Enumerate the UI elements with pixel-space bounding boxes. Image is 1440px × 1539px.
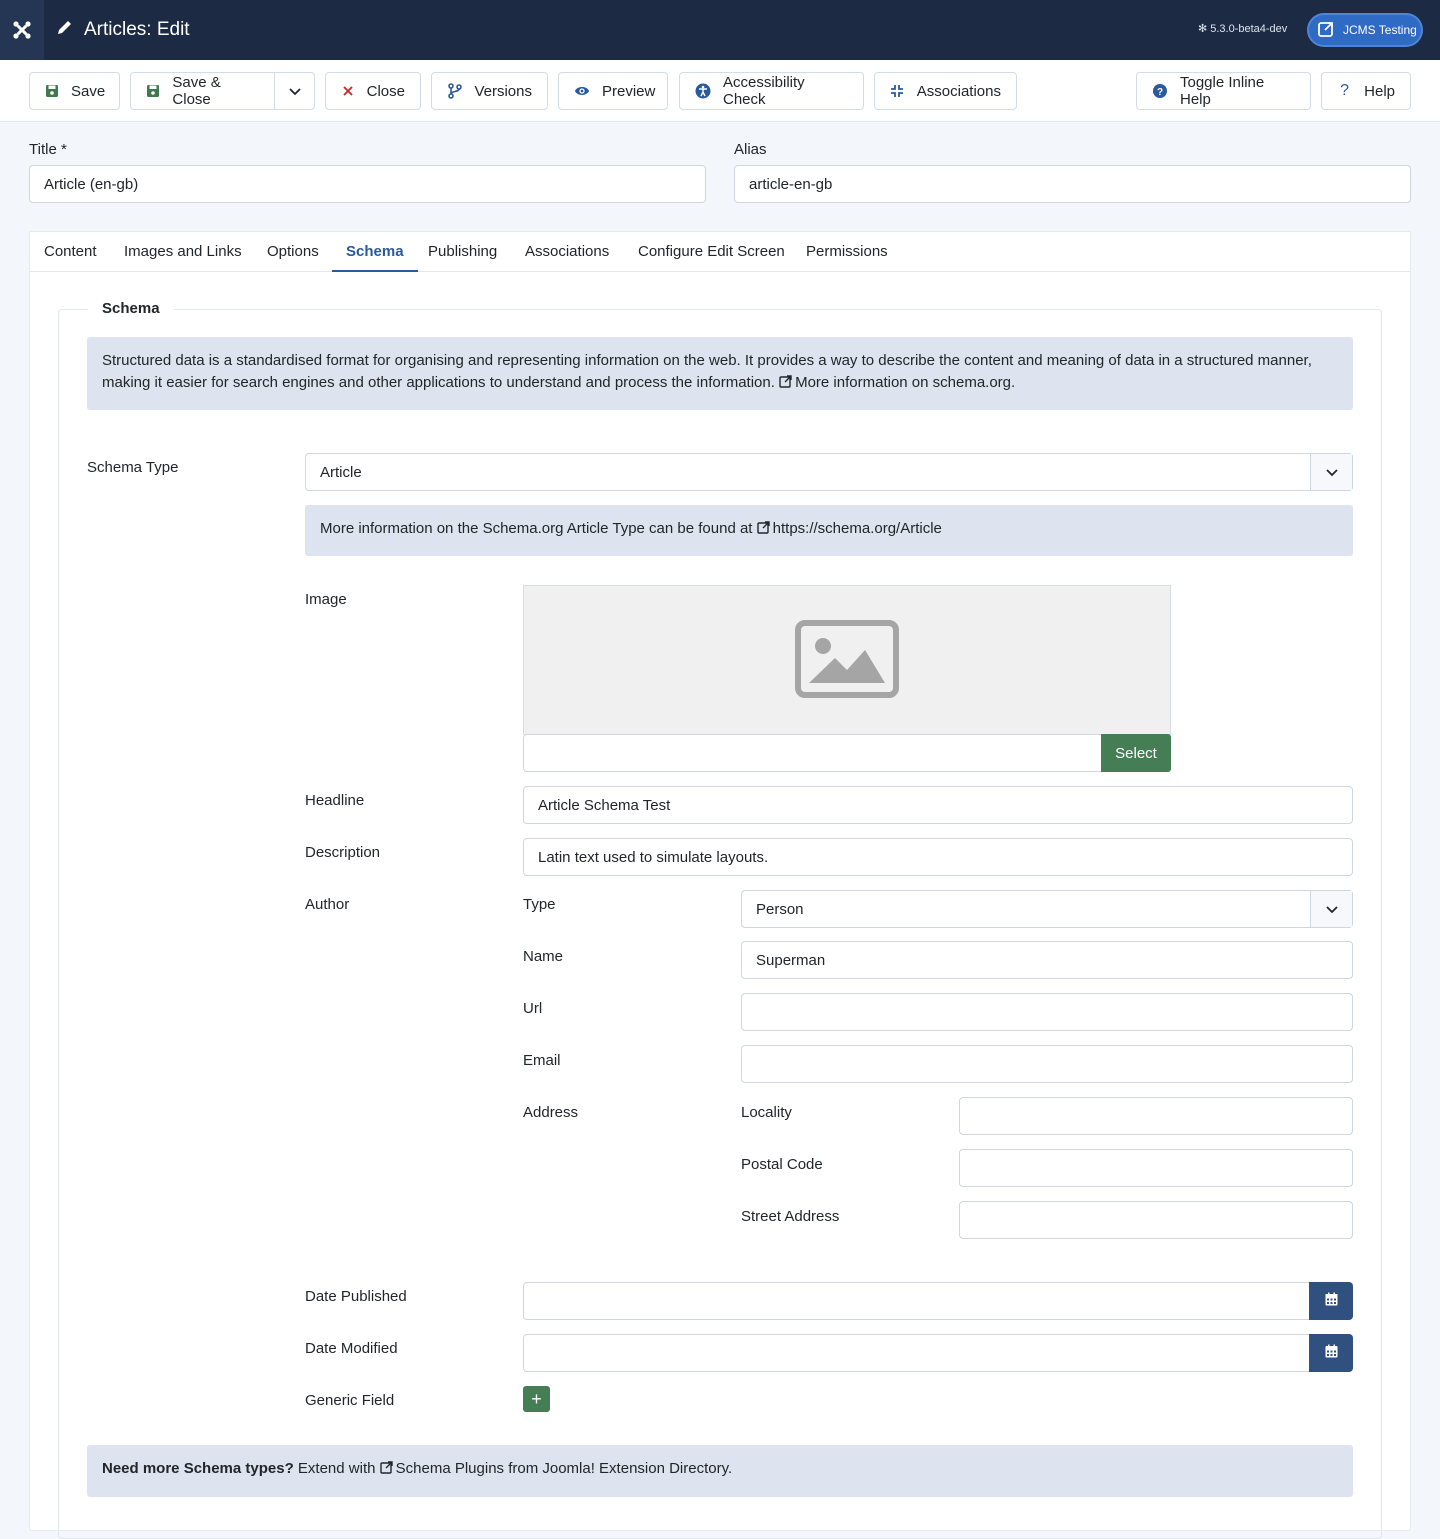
associations-button[interactable]: Associations bbox=[874, 72, 1017, 110]
external-link-icon bbox=[756, 519, 770, 534]
date-published-label: Date Published bbox=[305, 1288, 407, 1305]
author-name-label: Name bbox=[523, 948, 564, 965]
image-label: Image bbox=[305, 591, 347, 608]
schema-type-select[interactable]: Article bbox=[305, 453, 1353, 491]
street-address-label: Street Address bbox=[741, 1208, 840, 1225]
versions-button[interactable]: Versions bbox=[431, 72, 548, 110]
locality-label: Locality bbox=[741, 1104, 792, 1121]
code-branch-icon bbox=[447, 83, 462, 99]
chevron-down-icon bbox=[1310, 891, 1352, 927]
title-input[interactable]: Article (en-gb) bbox=[29, 165, 706, 203]
author-label: Author bbox=[305, 896, 350, 913]
author-email-label: Email bbox=[523, 1052, 561, 1069]
question-icon: ? bbox=[1340, 82, 1350, 99]
postal-code-label: Postal Code bbox=[741, 1156, 823, 1173]
alias-label: Alias bbox=[734, 141, 767, 158]
site-link-button[interactable]: JCMS Testing bbox=[1307, 13, 1423, 47]
author-url-input[interactable] bbox=[741, 993, 1353, 1031]
external-link-icon bbox=[779, 373, 792, 388]
schema-article-link[interactable]: https://schema.org/Article bbox=[756, 519, 942, 537]
image-path-input[interactable] bbox=[523, 734, 1102, 772]
preview-button[interactable]: Preview bbox=[558, 72, 668, 110]
page-title: Articles: Edit bbox=[56, 0, 190, 60]
save-icon bbox=[146, 83, 160, 99]
generic-field-label: Generic Field bbox=[305, 1392, 395, 1409]
image-preview bbox=[523, 585, 1171, 735]
image-placeholder-icon bbox=[795, 619, 899, 702]
headline-input[interactable]: Article Schema Test bbox=[523, 786, 1353, 824]
toolbar: Save Save & Close Close Versions Preview… bbox=[0, 60, 1440, 122]
chevron-down-icon[interactable] bbox=[274, 73, 314, 109]
schema-more-types-alert: Need more Schema types? Extend with Sche… bbox=[87, 1445, 1353, 1497]
save-close-button[interactable]: Save & Close bbox=[130, 72, 315, 110]
date-modified-label: Date Modified bbox=[305, 1340, 398, 1357]
locality-input[interactable] bbox=[959, 1097, 1353, 1135]
schema-type-info-text: More information on the Schema.org Artic… bbox=[320, 520, 753, 537]
page-title-text: Articles: Edit bbox=[84, 19, 190, 40]
external-link-icon bbox=[379, 1459, 393, 1474]
schema-legend: Schema bbox=[88, 300, 174, 317]
tab-permissions[interactable]: Permissions bbox=[792, 232, 902, 272]
header-bar: Articles: Edit ✻ 5.3.0-beta4-dev JCMS Te… bbox=[0, 0, 1440, 60]
title-label: Title * bbox=[29, 141, 67, 158]
question-circle-icon: ? bbox=[1152, 83, 1168, 99]
author-url-label: Url bbox=[523, 1000, 543, 1017]
date-modified-calendar-button[interactable] bbox=[1309, 1334, 1353, 1372]
tab-options[interactable]: Options bbox=[253, 232, 333, 272]
postal-code-input[interactable] bbox=[959, 1149, 1353, 1187]
tab-content[interactable]: Content bbox=[30, 232, 111, 272]
tab-schema[interactable]: Schema bbox=[332, 232, 418, 272]
image-select-button[interactable]: Select bbox=[1101, 734, 1171, 772]
save-icon bbox=[45, 83, 59, 99]
author-email-input[interactable] bbox=[741, 1045, 1353, 1083]
alias-input[interactable]: article-en-gb bbox=[734, 165, 1411, 203]
more-types-text: Extend with bbox=[297, 1460, 376, 1477]
external-link-icon bbox=[1317, 20, 1335, 41]
universal-access-icon bbox=[695, 83, 711, 99]
tab-bar: Content Images and Links Options Schema … bbox=[30, 232, 1410, 272]
joomla-small-icon: ✻ bbox=[1198, 23, 1208, 35]
description-label: Description bbox=[305, 844, 381, 861]
more-types-heading: Need more Schema types? bbox=[102, 1460, 294, 1477]
plus-icon: + bbox=[531, 1388, 542, 1409]
date-published-calendar-button[interactable] bbox=[1309, 1282, 1353, 1320]
author-type-label: Type bbox=[523, 896, 556, 913]
tab-publishing[interactable]: Publishing bbox=[414, 232, 511, 272]
calendar-icon bbox=[1325, 1292, 1338, 1310]
save-button[interactable]: Save bbox=[29, 72, 120, 110]
tab-images-links[interactable]: Images and Links bbox=[110, 232, 256, 272]
schema-type-label: Schema Type bbox=[87, 459, 179, 476]
help-button[interactable]: ? Help bbox=[1321, 72, 1411, 110]
author-name-input[interactable]: Superman bbox=[741, 941, 1353, 979]
calendar-icon bbox=[1325, 1344, 1338, 1362]
street-address-input[interactable] bbox=[959, 1201, 1353, 1239]
close-button[interactable]: Close bbox=[325, 72, 421, 110]
schema-org-link[interactable]: More information on schema.org. bbox=[779, 374, 1015, 391]
date-published-input[interactable] bbox=[523, 1282, 1311, 1320]
schema-type-info-alert: More information on the Schema.org Artic… bbox=[305, 505, 1353, 556]
version-label: ✻ 5.3.0-beta4-dev bbox=[1198, 22, 1288, 36]
tab-configure-edit-screen[interactable]: Configure Edit Screen bbox=[624, 232, 799, 272]
description-input[interactable]: Latin text used to simulate layouts. bbox=[523, 838, 1353, 876]
compress-icon bbox=[890, 83, 905, 99]
chevron-down-icon bbox=[1310, 454, 1352, 490]
tab-associations[interactable]: Associations bbox=[511, 232, 623, 272]
address-label: Address bbox=[523, 1104, 579, 1121]
date-modified-input[interactable] bbox=[523, 1334, 1311, 1372]
eye-icon bbox=[574, 83, 590, 99]
toggle-inline-help-button[interactable]: ? Toggle Inline Help bbox=[1136, 72, 1311, 110]
headline-label: Headline bbox=[305, 792, 365, 809]
author-type-select[interactable]: Person bbox=[741, 890, 1353, 928]
schema-plugins-link[interactable]: Schema Plugins from Joomla! Extension Di… bbox=[379, 1459, 732, 1477]
svg-text:?: ? bbox=[1157, 87, 1163, 98]
schema-intro-alert: Structured data is a standardised format… bbox=[87, 337, 1353, 410]
schema-intro-text: Structured data is a standardised format… bbox=[102, 352, 1312, 391]
close-icon bbox=[341, 83, 355, 99]
accessibility-check-button[interactable]: Accessibility Check bbox=[679, 72, 864, 110]
add-generic-field-button[interactable]: + bbox=[523, 1386, 550, 1412]
joomla-logo-icon[interactable] bbox=[0, 0, 44, 60]
pencil-icon bbox=[56, 18, 74, 42]
